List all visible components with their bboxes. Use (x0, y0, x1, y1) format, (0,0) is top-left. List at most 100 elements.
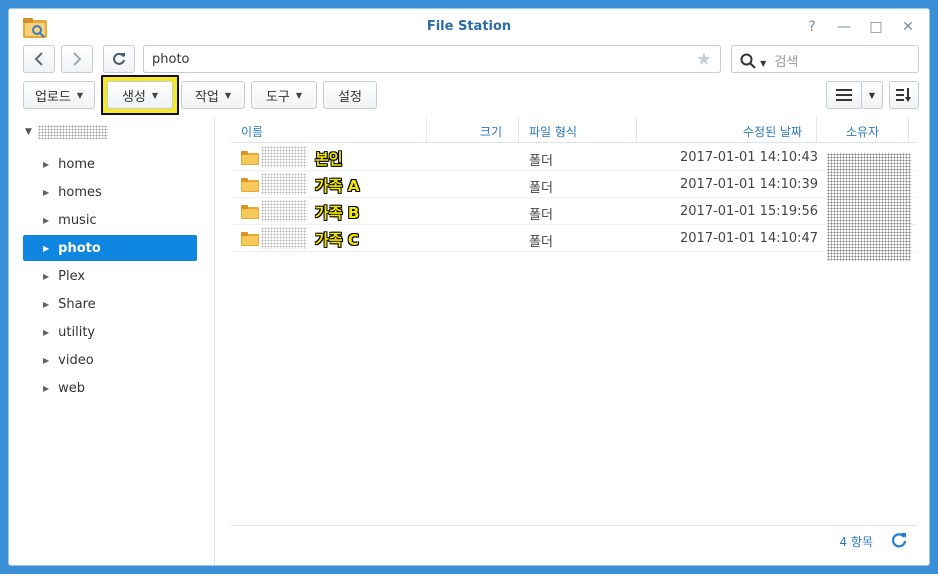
sidebar-item-homes[interactable]: ▶ homes (23, 179, 197, 205)
back-button[interactable] (23, 45, 55, 73)
path-input[interactable]: photo ★ (143, 45, 721, 73)
server-root[interactable]: ▼ (25, 123, 108, 141)
triangle-right-icon: ▶ (43, 187, 50, 197)
table-row[interactable]: 가족 C 폴더 2017-01-01 14:10:47 (231, 225, 917, 252)
action-button[interactable]: 작업 ▼ (181, 81, 245, 109)
sidebar-item-label: home (58, 156, 96, 172)
search-dropdown-icon[interactable]: ▼ (760, 59, 766, 68)
triangle-right-icon: ▶ (43, 243, 50, 253)
folder-icon (241, 178, 259, 192)
folder-icon (241, 205, 259, 219)
close-button[interactable]: ✕ (897, 17, 919, 37)
column-modified[interactable]: 수정된 날짜 (637, 117, 817, 143)
file-name: 가족 C (315, 231, 359, 249)
refresh-icon[interactable] (891, 532, 907, 548)
table-header: 이름 크기 파일 형식 수정된 날짜 소유자 (231, 117, 917, 143)
caret-down-icon: ▼ (868, 90, 876, 100)
toolbar: 업로드 ▼ 생성 ▼ 작업 ▼ 도구 ▼ 설정 ▼ (23, 75, 919, 115)
forward-button[interactable] (61, 45, 93, 73)
folder-icon (241, 151, 259, 165)
sidebar-item-utility[interactable]: ▶ utility (23, 319, 197, 345)
minimize-button[interactable]: — (833, 17, 855, 37)
column-owner[interactable]: 소유자 (817, 117, 909, 143)
create-button[interactable]: 생성 ▼ (107, 81, 173, 109)
help-button[interactable]: ? (801, 17, 823, 37)
triangle-right-icon: ▶ (43, 159, 50, 169)
status-bar: 4 항목 (231, 525, 917, 555)
file-list: 이름 크기 파일 형식 수정된 날짜 소유자 본인 폴더 2017-01-01 14… (231, 117, 917, 555)
caret-down-icon: ▼ (295, 90, 303, 100)
caret-down-icon: ▼ (151, 90, 159, 100)
navigation-bar: photo ★ ▼ 검색 (23, 45, 919, 75)
column-size[interactable]: 크기 (427, 117, 519, 143)
column-name[interactable]: 이름 (231, 117, 427, 143)
sidebar-item-label: Share (58, 296, 96, 312)
redacted-name (261, 200, 307, 222)
upload-button[interactable]: 업로드 ▼ (23, 81, 95, 109)
sidebar-item-label: music (58, 212, 97, 228)
refresh-icon (113, 52, 125, 65)
column-type[interactable]: 파일 형식 (519, 117, 637, 143)
folder-icon (241, 232, 259, 246)
action-label: 작업 (194, 89, 219, 105)
table-row[interactable]: 본인 폴더 2017-01-01 14:10:43 (231, 144, 917, 171)
sidebar-item-web[interactable]: ▶ web (23, 375, 197, 401)
file-type: 폴더 (529, 208, 553, 223)
sidebar-item-label: video (58, 352, 94, 368)
redacted-name (261, 173, 307, 195)
path-text: photo (152, 52, 190, 67)
search-icon (740, 53, 756, 69)
file-name: 가족 A (315, 177, 360, 195)
caret-down-icon: ▼ (224, 90, 232, 100)
sidebar-item-plex[interactable]: ▶ Plex (23, 263, 197, 289)
sidebar-item-photo[interactable]: ▶ photo (23, 235, 197, 261)
table-row[interactable]: 가족 B 폴더 2017-01-01 15:19:56 (231, 198, 917, 225)
sidebar-item-label: web (58, 380, 86, 396)
star-icon[interactable]: ★ (696, 49, 712, 70)
triangle-right-icon: ▶ (43, 327, 50, 337)
sidebar: ▼ ▶ home ▶ homes ▶ music ▶ photo ▶ Plex ▶ Share ▶ uti… (9, 117, 215, 565)
triangle-right-icon: ▶ (43, 355, 50, 365)
triangle-right-icon: ▶ (43, 215, 50, 225)
settings-label: 설정 (338, 89, 362, 105)
search-input[interactable]: ▼ 검색 (731, 45, 919, 73)
upload-label: 업로드 (34, 89, 71, 105)
triangle-right-icon: ▶ (43, 383, 50, 393)
sidebar-item-label: Plex (58, 268, 86, 284)
redacted-name (261, 146, 307, 168)
triangle-right-icon: ▶ (43, 271, 50, 281)
maximize-button[interactable]: □ (865, 17, 887, 37)
file-modified: 2017-01-01 14:10:47 (680, 231, 819, 246)
sidebar-item-music[interactable]: ▶ music (23, 207, 197, 233)
sidebar-item-label: utility (58, 324, 96, 340)
sort-icon (896, 88, 911, 102)
title-bar: File Station ? — □ ✕ (9, 9, 929, 45)
file-modified: 2017-01-01 14:10:43 (680, 150, 819, 165)
list-view-button[interactable] (826, 81, 862, 109)
refresh-button[interactable] (103, 45, 135, 73)
sort-button[interactable] (889, 81, 919, 109)
file-station-window: File Station ? — □ ✕ photo ★ ▼ 검색 업로드 ▼ (8, 8, 930, 566)
table-row[interactable]: 가족 A 폴더 2017-01-01 14:10:39 (231, 171, 917, 198)
redacted-name (261, 227, 307, 249)
sidebar-item-label: photo (58, 240, 101, 256)
back-icon (34, 52, 43, 66)
file-type: 폴더 (529, 181, 553, 196)
window-title: File Station (426, 19, 512, 34)
file-modified: 2017-01-01 15:19:56 (680, 204, 819, 219)
settings-button[interactable]: 설정 (323, 81, 377, 109)
sidebar-item-video[interactable]: ▶ video (23, 347, 197, 373)
sidebar-item-home[interactable]: ▶ home (23, 151, 197, 177)
sidebar-item-share[interactable]: ▶ Share (23, 291, 197, 317)
search-placeholder: 검색 (774, 55, 799, 70)
redacted-server-name (37, 125, 108, 139)
file-type: 폴더 (529, 154, 553, 169)
list-view-icon (836, 89, 852, 101)
view-dropdown-button[interactable]: ▼ (861, 81, 883, 109)
triangle-down-icon: ▼ (25, 127, 32, 137)
tools-button[interactable]: 도구 ▼ (251, 81, 317, 109)
tools-label: 도구 (265, 89, 290, 105)
file-modified: 2017-01-01 14:10:39 (680, 177, 819, 192)
item-count: 4 항목 (839, 535, 873, 549)
forward-icon (73, 52, 82, 66)
